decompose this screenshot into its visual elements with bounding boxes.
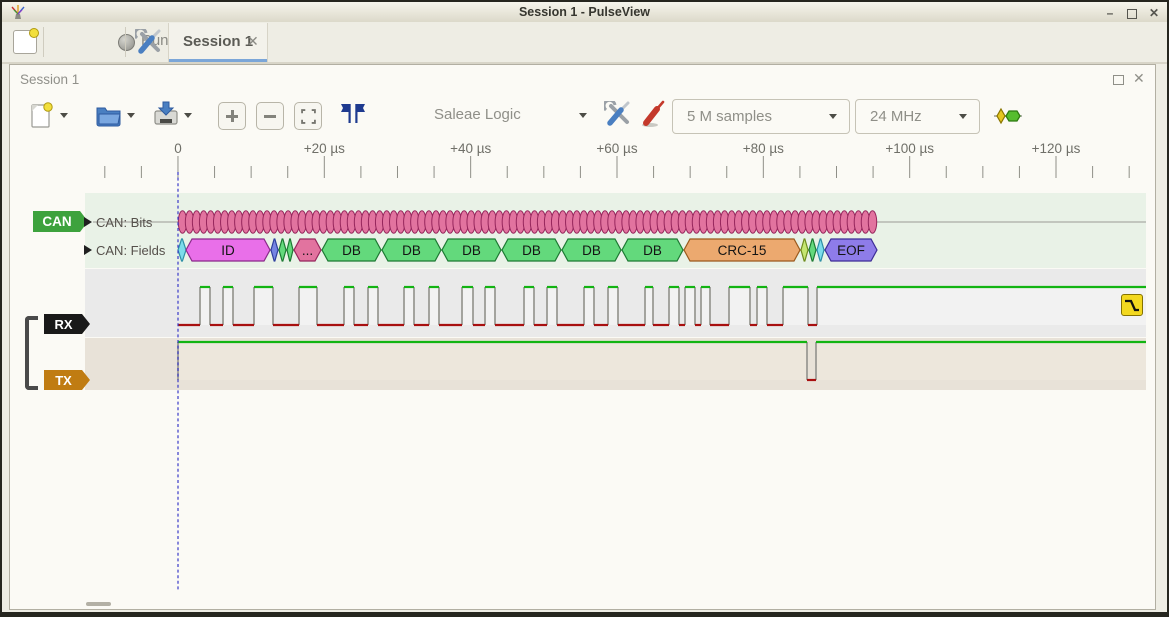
save-dropdown-caret[interactable] [184, 113, 192, 118]
fit-corners-icon [301, 109, 316, 124]
toolbar-separator [125, 27, 126, 57]
decoder-bits-row-label: CAN: Bits [96, 215, 152, 230]
chevron-down-icon [829, 114, 837, 119]
title-bar: Session 1 - PulseView – ✕ [2, 2, 1167, 23]
can-decoder-tag[interactable]: CAN [33, 211, 88, 232]
zoom-fit-button[interactable] [294, 102, 322, 130]
tab-close-icon[interactable]: ✕ [247, 33, 259, 50]
main-toolbar: Run Session 1 ✕ [2, 22, 1167, 63]
show-cursors-flags-icon[interactable] [338, 103, 368, 125]
dock-float-button[interactable] [1113, 75, 1124, 85]
zoom-out-button[interactable] [256, 102, 284, 130]
channel-group-bracket[interactable] [25, 316, 38, 390]
maximize-button[interactable] [1124, 7, 1140, 21]
maximize-icon [1127, 9, 1137, 19]
run-button[interactable]: Run [57, 22, 122, 62]
open-dropdown-caret[interactable] [127, 113, 135, 118]
toolbar-bottom-border [2, 62, 1167, 64]
new-document-icon [29, 28, 39, 38]
trigger-marker-button[interactable] [1121, 294, 1143, 316]
tab-session-1[interactable]: Session 1 ✕ [168, 23, 268, 63]
toolbar-separator [43, 27, 44, 57]
new-session-button[interactable] [13, 30, 37, 54]
channels-probe-icon[interactable] [640, 99, 666, 129]
decoder-fields-row-label: CAN: Fields [96, 243, 165, 258]
minimize-button[interactable]: – [1102, 7, 1118, 21]
device-selector[interactable]: Saleae Logic [434, 106, 521, 123]
sample-rate-combobox[interactable]: 24 MHz [855, 99, 980, 134]
run-state-icon [118, 34, 135, 51]
plus-icon [226, 110, 238, 122]
minus-icon [264, 115, 276, 118]
chevron-down-icon [959, 114, 967, 119]
expander-arrow-icon[interactable] [84, 245, 92, 255]
configure-device-icon[interactable] [604, 101, 632, 127]
new-file-icon[interactable] [30, 101, 54, 129]
window-title: Session 1 - PulseView [2, 5, 1167, 19]
pulseview-window: Session 1 - PulseView – ✕ Run Session 1 … [0, 0, 1169, 617]
save-file-icon[interactable] [152, 100, 180, 128]
sample-count-combobox[interactable]: 5 M samples [672, 99, 850, 134]
device-dropdown-caret[interactable] [579, 113, 587, 118]
tx-row-background [85, 338, 1146, 390]
rx-row-background [85, 269, 1146, 337]
new-file-dropdown-caret[interactable] [60, 113, 68, 118]
settings-screwdriver-wrench-icon[interactable] [135, 29, 163, 55]
decoder-row-background [85, 193, 1146, 268]
close-button[interactable]: ✕ [1146, 7, 1162, 21]
open-file-folder-icon[interactable] [95, 103, 123, 127]
sample-rate-value: 24 MHz [870, 108, 922, 125]
tab-label: Session 1 [183, 33, 253, 50]
falling-edge-icon [1122, 295, 1142, 315]
expander-arrow-icon[interactable] [84, 217, 92, 227]
sample-count-value: 5 M samples [687, 108, 772, 125]
rx-channel-tag[interactable]: RX [44, 314, 90, 334]
horizontal-scrollbar-handle[interactable] [86, 602, 111, 606]
time-ruler[interactable] [85, 136, 1146, 180]
add-decoder-icon[interactable] [993, 107, 1023, 125]
tx-channel-tag[interactable]: TX [44, 370, 90, 390]
dock-close-button[interactable]: ✕ [1133, 70, 1145, 87]
dock-title: Session 1 [20, 72, 79, 87]
zoom-in-button[interactable] [218, 102, 246, 130]
